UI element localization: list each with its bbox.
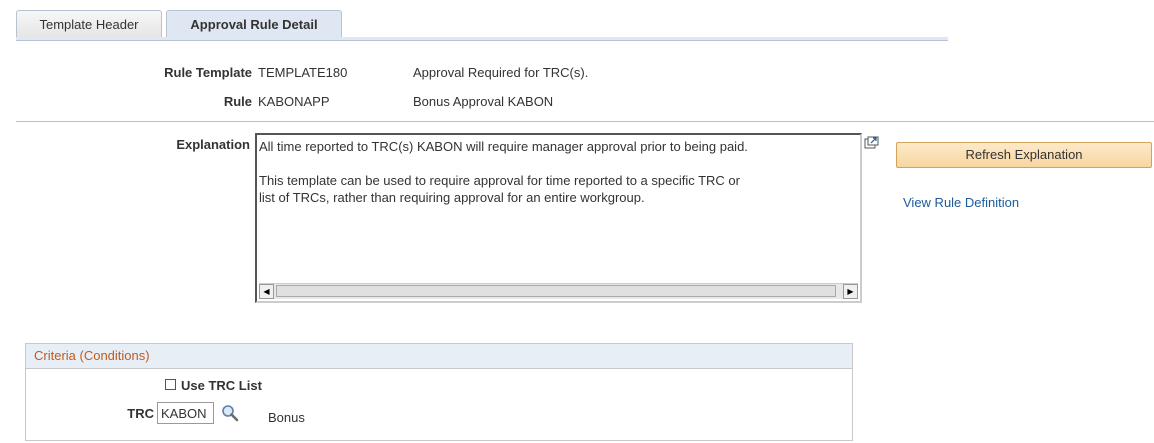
scroll-thumb[interactable] xyxy=(276,285,836,297)
criteria-group: Criteria (Conditions) xyxy=(25,343,853,441)
trc-description: Bonus xyxy=(268,410,305,425)
explanation-horizontal-scrollbar[interactable]: ◀ ▶ xyxy=(259,283,858,299)
tab-strip-underline xyxy=(16,37,948,41)
rule-template-label: Rule Template xyxy=(164,65,252,80)
expand-window-icon[interactable] xyxy=(864,136,879,149)
scroll-right-icon[interactable]: ▶ xyxy=(843,284,858,299)
rule-template-code: TEMPLATE180 xyxy=(258,65,348,80)
tab-template-header[interactable]: Template Header xyxy=(16,10,162,38)
explanation-text: All time reported to TRC(s) KABON will r… xyxy=(259,139,748,205)
explanation-textarea[interactable]: All time reported to TRC(s) KABON will r… xyxy=(255,133,862,303)
rule-template-description: Approval Required for TRC(s). xyxy=(413,65,589,80)
explanation-label: Explanation xyxy=(176,137,250,152)
rule-label: Rule xyxy=(223,94,252,109)
tab-template-header-label: Template Header xyxy=(39,17,139,32)
rule-code: KABONAPP xyxy=(258,94,330,109)
section-divider xyxy=(16,121,1154,122)
use-trc-list-label: Use TRC List xyxy=(181,378,262,393)
criteria-group-header: Criteria (Conditions) xyxy=(26,344,852,369)
refresh-explanation-button[interactable]: Refresh Explanation xyxy=(896,142,1152,168)
tab-approval-rule-detail-label: Approval Rule Detail xyxy=(190,17,318,32)
view-rule-definition-link[interactable]: View Rule Definition xyxy=(903,195,1019,210)
magnifier-icon[interactable] xyxy=(221,404,241,422)
rule-description: Bonus Approval KABON xyxy=(413,94,554,109)
trc-label: TRC xyxy=(127,406,154,421)
trc-input[interactable]: KABON xyxy=(157,402,214,424)
scroll-left-icon[interactable]: ◀ xyxy=(259,284,274,299)
use-trc-list-checkbox[interactable] xyxy=(165,379,176,390)
tab-approval-rule-detail[interactable]: Approval Rule Detail xyxy=(166,10,342,38)
